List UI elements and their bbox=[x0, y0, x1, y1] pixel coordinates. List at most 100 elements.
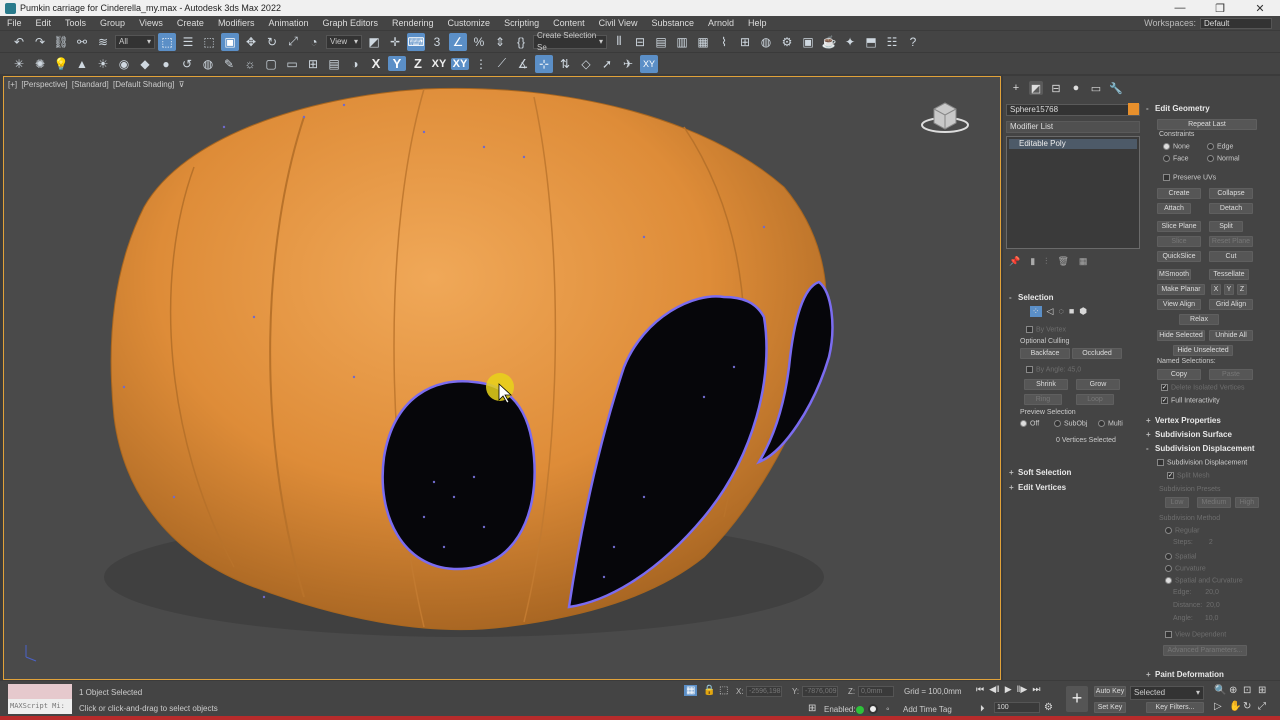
paste-button[interactable]: Paste bbox=[1209, 369, 1253, 380]
named-selection-sets-dropdown[interactable]: Create Selection Se ▾ bbox=[533, 31, 607, 52]
key-selected-dropdown[interactable]: Selected ▾ bbox=[1130, 686, 1204, 700]
workspace-dropdown[interactable]: Default bbox=[1200, 17, 1272, 29]
reset-plane-button[interactable]: Reset Plane bbox=[1209, 236, 1253, 247]
method-regular-radio[interactable]: Regular bbox=[1165, 527, 1200, 534]
rendered-frame-window-icon[interactable]: ▣ bbox=[799, 33, 817, 51]
view-align-button[interactable]: View Align bbox=[1157, 299, 1201, 310]
close-button[interactable]: ✕ bbox=[1240, 2, 1280, 15]
scale-icon[interactable]: ⤢ bbox=[284, 33, 302, 51]
new-key-icon[interactable]: + bbox=[1066, 686, 1088, 712]
menu-substance[interactable]: Substance bbox=[644, 18, 701, 28]
occluded-button[interactable]: Occluded bbox=[1072, 348, 1122, 359]
arnold-render-icon[interactable]: ✦ bbox=[841, 33, 859, 51]
preset-medium-button[interactable]: Medium bbox=[1197, 497, 1231, 508]
element-mode-icon[interactable]: ⬢ bbox=[1079, 306, 1087, 317]
configure-modifier-sets-icon[interactable]: ▦ bbox=[1079, 256, 1088, 267]
modify-tab-icon[interactable]: ◩ bbox=[1029, 81, 1043, 95]
x-coord-field[interactable]: -2596,198 bbox=[746, 686, 782, 697]
menu-group[interactable]: Group bbox=[93, 18, 132, 28]
backface-button[interactable]: Backface bbox=[1020, 348, 1070, 359]
layout-icon[interactable]: ▤ bbox=[325, 55, 343, 73]
box-icon[interactable]: ▢ bbox=[262, 55, 280, 73]
adaptive-degradation-icon[interactable] bbox=[868, 704, 878, 714]
make-planar-x-button[interactable]: X bbox=[1211, 284, 1221, 295]
subdivision-surface-rollout-title[interactable]: Subdivision Surface bbox=[1143, 429, 1277, 441]
play-icon[interactable]: ▶ bbox=[1005, 684, 1012, 695]
lock-selection-icon[interactable]: 🔒 bbox=[703, 685, 715, 696]
snap-angle-icon[interactable]: ∡ bbox=[514, 55, 532, 73]
globe-icon[interactable]: ◍ bbox=[199, 55, 217, 73]
utilities-tab-icon[interactable]: 🔧 bbox=[1109, 81, 1123, 95]
viewcube-icon[interactable] bbox=[920, 99, 970, 135]
mirror-icon[interactable]: ⫴ bbox=[610, 33, 628, 51]
add-time-tag-label[interactable]: Add Time Tag bbox=[903, 705, 952, 714]
menu-file[interactable]: File bbox=[0, 18, 29, 28]
minimize-button[interactable]: — bbox=[1160, 2, 1200, 14]
axis-xy-button[interactable]: XY bbox=[430, 58, 448, 70]
distance-field[interactable]: Distance: 20,0 bbox=[1173, 602, 1220, 609]
menu-rendering[interactable]: Rendering bbox=[385, 18, 441, 28]
collapse-button[interactable]: Collapse bbox=[1209, 188, 1253, 199]
link-icon[interactable]: ⛓ bbox=[52, 33, 70, 51]
hierarchy-tab-icon[interactable]: ⊟ bbox=[1049, 81, 1063, 95]
maximize-viewport-icon[interactable]: ⤢ bbox=[1258, 701, 1266, 712]
reference-coordinate-dropdown[interactable]: View ▾ bbox=[326, 34, 362, 49]
axis-xy-plane-button[interactable]: XY bbox=[451, 57, 469, 70]
menu-content[interactable]: Content bbox=[546, 18, 592, 28]
menu-create[interactable]: Create bbox=[170, 18, 211, 28]
schematic-view-icon[interactable]: ⊞ bbox=[736, 33, 754, 51]
motion-tab-icon[interactable]: ● bbox=[1069, 81, 1083, 95]
edge-field[interactable]: Edge: 20,0 bbox=[1173, 589, 1219, 596]
key-mode-icon[interactable]: ⏵ bbox=[980, 703, 985, 714]
selection-rollout-title[interactable]: Selection bbox=[1006, 292, 1136, 304]
zoom-extents-all-icon[interactable]: ⊞ bbox=[1258, 685, 1266, 696]
lamp-icon[interactable]: 💡 bbox=[52, 55, 70, 73]
auto-key-button[interactable]: Auto Key bbox=[1094, 686, 1126, 697]
show-end-result-icon[interactable]: ▮ bbox=[1030, 256, 1035, 267]
select-by-name-icon[interactable]: ☰ bbox=[179, 33, 197, 51]
remove-modifier-icon[interactable]: 🗑 bbox=[1057, 256, 1068, 267]
slice-plane-button[interactable]: Slice Plane bbox=[1157, 221, 1201, 232]
toggle-scene-explorer-icon[interactable]: ▤ bbox=[652, 33, 670, 51]
pivot-center-icon[interactable]: ◩ bbox=[365, 33, 383, 51]
align-icon[interactable]: ⊟ bbox=[631, 33, 649, 51]
maximize-button[interactable]: ❐ bbox=[1200, 2, 1240, 15]
add-time-tag-icon[interactable]: ◦ bbox=[886, 704, 890, 715]
snap-cursor-icon[interactable]: ➚ bbox=[598, 55, 616, 73]
constraint-none-radio[interactable]: None bbox=[1163, 143, 1190, 150]
enabled-indicator-icon[interactable] bbox=[856, 706, 864, 714]
percent-snap-icon[interactable]: % bbox=[470, 33, 488, 51]
full-interactivity-checkbox[interactable]: ✓ Full Interactivity bbox=[1161, 397, 1220, 404]
toggle-layer-explorer-icon[interactable]: ▥ bbox=[673, 33, 691, 51]
object-color-swatch[interactable] bbox=[1128, 103, 1139, 115]
time-config-icon[interactable]: ⚙ bbox=[1044, 702, 1053, 713]
make-planar-button[interactable]: Make Planar bbox=[1157, 284, 1205, 295]
unlink-icon[interactable]: ⚯ bbox=[73, 33, 91, 51]
advanced-parameters-button[interactable]: Advanced Parameters... bbox=[1163, 645, 1247, 656]
grow-button[interactable]: Grow bbox=[1076, 379, 1120, 390]
field-of-view-icon[interactable]: ▷ bbox=[1214, 701, 1222, 712]
zoom-extents-icon[interactable]: ⊡ bbox=[1243, 685, 1251, 696]
create-tab-icon[interactable]: + bbox=[1009, 81, 1023, 95]
object-name-field[interactable]: Sphere15768 bbox=[1006, 104, 1140, 116]
capture-icon[interactable]: ◉ bbox=[115, 55, 133, 73]
edit-vertices-rollout-title[interactable]: Edit Vertices bbox=[1006, 482, 1136, 494]
subdivision-displacement-checkbox[interactable]: Subdivision Displacement bbox=[1157, 459, 1247, 466]
edit-named-selection-icon[interactable]: {} bbox=[512, 33, 530, 51]
z-coord-field[interactable]: 0,0mm bbox=[858, 686, 894, 697]
method-curvature-radio[interactable]: Curvature bbox=[1165, 565, 1206, 572]
paint-deformation-rollout-title[interactable]: Paint Deformation bbox=[1143, 669, 1277, 681]
spinner-snap-icon[interactable]: ⇕ bbox=[491, 33, 509, 51]
menu-modifiers[interactable]: Modifiers bbox=[211, 18, 262, 28]
stack-item-editable-poly[interactable]: Editable Poly bbox=[1009, 139, 1137, 149]
orbit-icon[interactable]: ↻ bbox=[1243, 701, 1251, 712]
sphere-icon[interactable]: ● bbox=[157, 55, 175, 73]
snap-pivot-icon[interactable]: ◇ bbox=[577, 55, 595, 73]
hide-selected-button[interactable]: Hide Selected bbox=[1157, 330, 1205, 341]
edit-geometry-rollout-title[interactable]: Edit Geometry bbox=[1143, 103, 1277, 115]
snaps-toggle-icon[interactable]: 3 bbox=[428, 33, 446, 51]
menu-arnold[interactable]: Arnold bbox=[701, 18, 741, 28]
steps-field[interactable]: Steps: 2 bbox=[1173, 539, 1213, 546]
pumpkin-model[interactable] bbox=[4, 77, 1001, 680]
unhide-all-button[interactable]: Unhide All bbox=[1209, 330, 1253, 341]
